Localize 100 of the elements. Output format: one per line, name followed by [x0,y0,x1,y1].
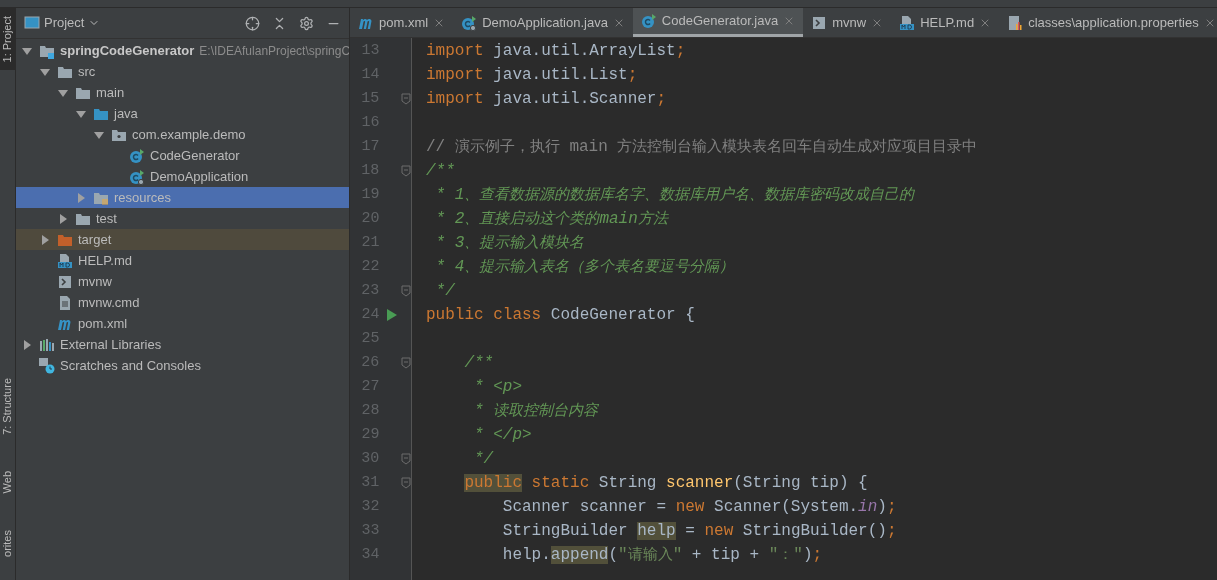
collapsed-arrow-icon[interactable] [22,339,32,350]
tool-window-tab[interactable]: 1: Project [0,8,16,71]
code-line: Scanner scanner = new Scanner(System.in); [501,497,897,518]
collapsed-arrow-icon[interactable] [58,213,68,224]
tree-item-label: target [78,230,112,249]
fold-marker-icon[interactable] [401,165,411,177]
code-line: import java.util.List; [426,65,638,86]
tree-row[interactable]: com.example.demo [16,124,349,145]
tab-label: pom.xml [379,13,429,32]
tree-row[interactable]: DemoApplication [16,166,349,187]
code-line: StringBuilder help = new StringBuilder(); [501,521,897,542]
expanded-arrow-icon[interactable] [94,129,104,140]
class-icon [461,14,478,31]
editor-tab[interactable]: CodeGenerator.java [632,8,804,37]
expanded-arrow-icon[interactable] [22,45,32,56]
code-line: * 3、提示输入模块名 [434,232,585,254]
tree-row[interactable]: mvnw.cmd [16,292,349,313]
tree-item-label: External Libraries [60,335,162,354]
code-line: // 演示例子，执行 main 方法控制台输入模块表名回车自动生成对应项目目录中 [426,136,978,158]
locate-icon[interactable] [245,15,260,31]
scratches-icon [39,357,55,374]
code-line: /** [426,161,455,182]
editor-tab[interactable]: HELP.md [891,8,1000,37]
code-line: */ [434,281,455,302]
tree-item-label: com.example.demo [132,125,246,144]
expanded-arrow-icon[interactable] [76,108,86,119]
tab-label: CodeGenerator.java [661,12,779,31]
tab-label: HELP.md [920,13,975,32]
code-line: import java.util.Scanner; [426,89,667,110]
editor-tab[interactable]: classes\application.properties [999,8,1217,37]
fold-marker-icon[interactable] [401,453,411,465]
tree-row[interactable]: java [16,103,349,124]
code-line: import java.util.ArrayList; [426,41,686,62]
fold-marker-icon[interactable] [401,477,411,489]
tab-label: classes\application.properties [1028,13,1199,32]
terminal-file-icon [57,273,73,290]
settings-icon[interactable] [299,15,314,31]
project-path: E:\IDEAfulanProject\springC [199,42,349,60]
terminal-file-icon [811,14,828,31]
tree-item-label: pom.xml [78,314,128,333]
code-line: * 2、直接启动这个类的main方法 [434,208,668,230]
code-line: * 4、提示输入表名（多个表名要逗号分隔） [434,256,735,278]
markdown-file-icon [899,14,916,31]
tree-item-label: springCodeGenerator [60,41,195,60]
class-icon [129,168,145,185]
code-line: public class CodeGenerator { [426,305,695,326]
tree-row[interactable]: pom.xml [16,313,349,334]
project-window-icon [24,16,40,30]
tree-row[interactable]: main [16,82,349,103]
tree-item-label: Scratches and Consoles [60,356,201,375]
expanded-arrow-icon[interactable] [40,66,50,77]
tree-item-label: CodeGenerator [150,146,240,165]
properties-file-icon [1007,14,1024,31]
editor-tab[interactable]: DemoApplication.java [453,8,633,37]
libraries-icon [39,336,55,353]
tree-row[interactable]: External Libraries [16,334,349,355]
tree-row[interactable]: test [16,208,349,229]
tool-window-tab[interactable]: Web [0,463,16,502]
collapsed-arrow-icon[interactable] [40,234,50,245]
tree-row[interactable]: Scratches and Consoles [16,355,349,376]
code-line: * 1、查看数据源的数据库名字、数据库用户名、数据库密码改成自己的 [434,184,915,206]
code-line: /** [463,353,494,374]
code-line: * </p> [473,425,532,446]
tree-item-label: HELP.md [78,251,132,270]
tree-item-label: main [96,83,125,102]
tab-label: mvnw [832,13,867,32]
fold-marker-icon[interactable] [401,357,411,369]
tree-item-label: DemoApplication [150,167,249,186]
tree-row[interactable]: springCodeGenerator E:\IDEAfulanProject\springC [16,40,349,61]
tree-item-label: java [114,104,138,123]
code-line: * <p> [473,377,522,398]
code-line: public static String scanner(String tip) { [463,473,868,494]
code-line: * 读取控制台内容 [473,400,599,422]
tree-row[interactable]: src [16,61,349,82]
tree-item-label: mvnw.cmd [78,293,140,312]
expanded-arrow-icon[interactable] [58,87,68,98]
class-icon [129,147,145,164]
tree-item-label: src [78,62,96,81]
text-file-icon [57,294,73,311]
fold-marker-icon[interactable] [401,285,411,297]
editor-tab[interactable]: mvnw [803,8,892,37]
markdown-file-icon [57,252,73,269]
project-view-dropdown[interactable]: Project [44,13,101,33]
fold-marker-icon[interactable] [401,93,411,105]
editor-tab[interactable]: pom.xml [350,8,454,37]
tool-window-tab[interactable]: 7: Structure [0,370,16,444]
tree-row[interactable]: CodeGenerator [16,145,349,166]
code-line: */ [473,449,494,470]
tree-row[interactable]: HELP.md [16,250,349,271]
tree-item-label: resources [114,188,172,207]
tree-row[interactable]: mvnw [16,271,349,292]
class-icon [640,13,657,29]
code-line: help.append("请输入" + tip + "："); [501,544,823,566]
tree-item-label: test [96,209,117,228]
tree-row[interactable]: target [16,229,349,250]
run-icon[interactable] [387,309,398,321]
tab-label: DemoApplication.java [482,13,608,32]
collapsed-arrow-icon[interactable] [76,192,86,203]
tree-item-label: mvnw [78,272,112,291]
tool-window-tab[interactable]: orites [0,521,16,565]
